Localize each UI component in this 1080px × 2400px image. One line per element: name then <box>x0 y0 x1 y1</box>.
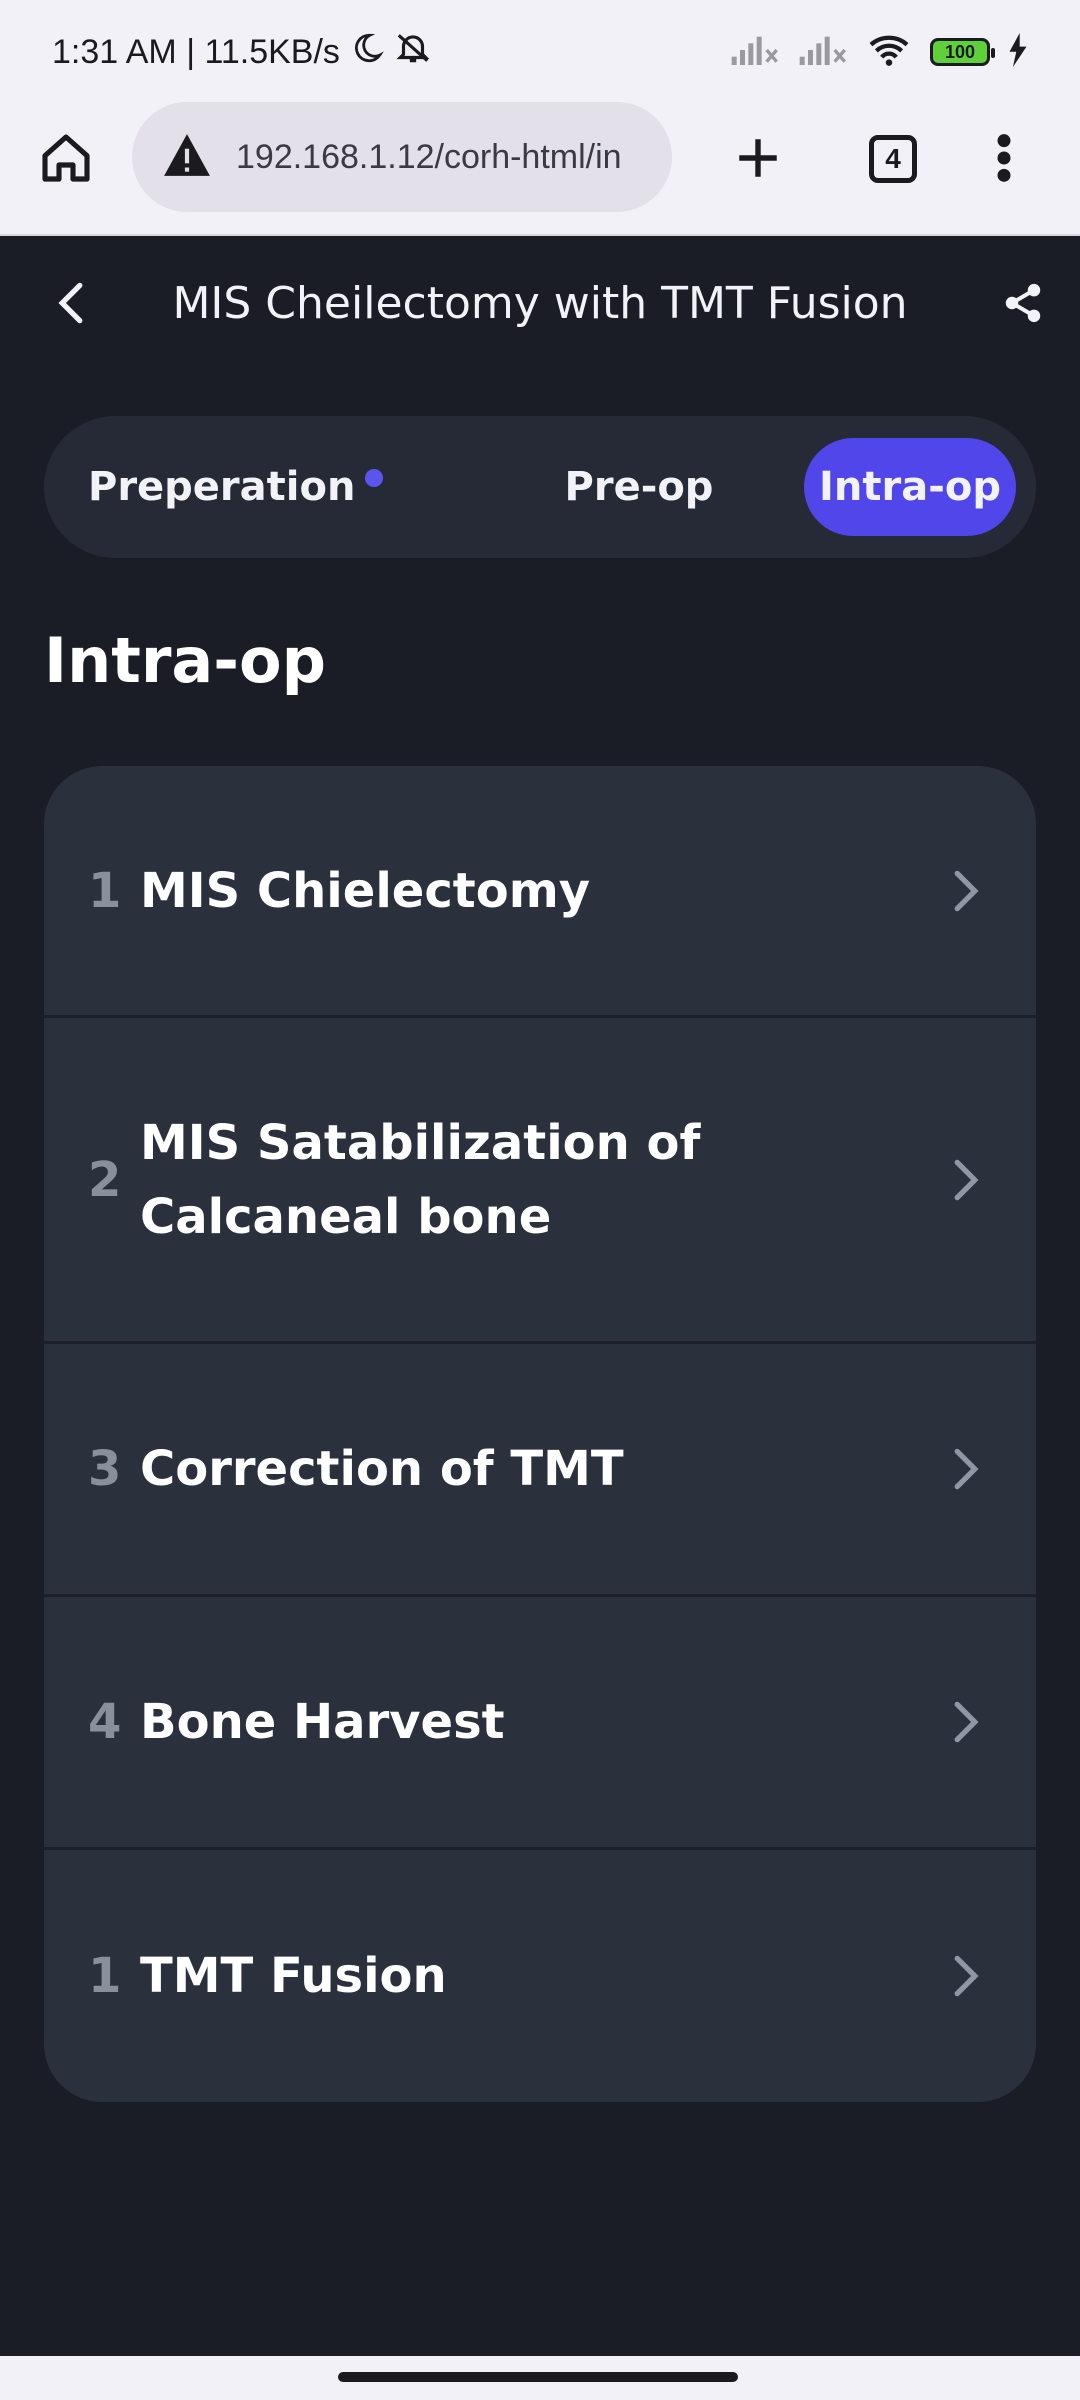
step-label: Correction of TMT <box>140 1441 624 1497</box>
chevron-right-icon <box>936 1692 996 1752</box>
battery-level: 100 <box>944 41 976 62</box>
phase-tabs: Preperation Pre-op Intra-op <box>44 416 1036 558</box>
gesture-bar <box>0 2356 1080 2400</box>
chevron-right-icon <box>936 1439 996 1499</box>
tab-label: Preperation <box>88 464 356 510</box>
signal-icon <box>730 33 780 71</box>
share-button[interactable] <box>988 268 1058 338</box>
status-bar: 1:31 AM | 11.5KB/s 100 <box>0 0 1080 100</box>
step-number: 1 <box>88 862 122 919</box>
chevron-right-icon <box>936 1150 996 1210</box>
tab-preperation[interactable]: Preperation <box>66 438 396 536</box>
chevron-left-icon <box>58 282 83 324</box>
app-header: MIS Cheilectomy with TMT Fusion <box>0 238 1080 368</box>
list-item[interactable]: 1 TMT Fusion <box>44 1850 1036 2102</box>
tab-count: 4 <box>869 135 917 183</box>
section-title: Intra-op <box>44 624 326 697</box>
share-icon <box>1005 283 1041 323</box>
list-item[interactable]: 2 MIS Satabilization of Calcaneal bone <box>44 1018 1036 1344</box>
step-label: Bone Harvest <box>140 1694 505 1750</box>
step-number: 3 <box>88 1441 122 1497</box>
step-number: 2 <box>88 1151 122 1208</box>
list-item[interactable]: 1 MIS Chielectomy <box>44 766 1036 1018</box>
tab-label: Intra-op <box>819 464 1001 510</box>
home-indicator[interactable] <box>338 2372 738 2382</box>
tab-switcher-button[interactable]: 4 <box>858 124 928 194</box>
step-number: 4 <box>88 1694 122 1750</box>
warning-icon <box>162 132 212 182</box>
page-title: MIS Cheilectomy with TMT Fusion <box>172 278 908 329</box>
tab-intra-op[interactable]: Intra-op <box>804 438 1016 536</box>
notification-dot <box>365 469 384 487</box>
url-text: 192.168.1.12/corh-html/in <box>236 137 622 176</box>
back-button[interactable] <box>36 268 106 338</box>
steps-list: 1 MIS Chielectomy 2 MIS Satabilization o… <box>44 766 1036 2102</box>
wifi-icon <box>866 32 912 72</box>
step-label: MIS Chielectomy <box>140 862 590 919</box>
tab-pre-op[interactable]: Pre-op <box>484 438 794 536</box>
step-label: TMT Fusion <box>140 1948 447 2004</box>
mute-bell-icon <box>394 29 432 76</box>
plus-icon <box>739 139 777 177</box>
step-number: 1 <box>88 1948 122 2004</box>
charging-icon <box>1008 33 1028 71</box>
new-tab-button[interactable] <box>722 122 794 194</box>
list-item[interactable]: 4 Bone Harvest <box>44 1597 1036 1850</box>
signal-icon-2 <box>798 33 848 71</box>
home-button[interactable] <box>30 122 102 194</box>
list-item[interactable]: 3 Correction of TMT <box>44 1344 1036 1597</box>
step-label: MIS Satabilization of Calcaneal bone <box>140 1114 701 1245</box>
tab-label: Pre-op <box>564 464 714 510</box>
chevron-right-icon <box>936 861 996 921</box>
home-icon <box>42 134 90 182</box>
battery-icon: 100 <box>930 38 995 66</box>
browser-toolbar: 192.168.1.12/corh-html/in 4 <box>0 100 1080 236</box>
browser-menu-button[interactable] <box>968 122 1040 194</box>
status-time-speed: 1:31 AM | 11.5KB/s <box>52 32 340 71</box>
chevron-right-icon <box>936 1946 996 2006</box>
address-bar[interactable]: 192.168.1.12/corh-html/in <box>132 102 672 212</box>
moon-icon <box>350 31 384 74</box>
more-vert-icon <box>997 134 1011 182</box>
